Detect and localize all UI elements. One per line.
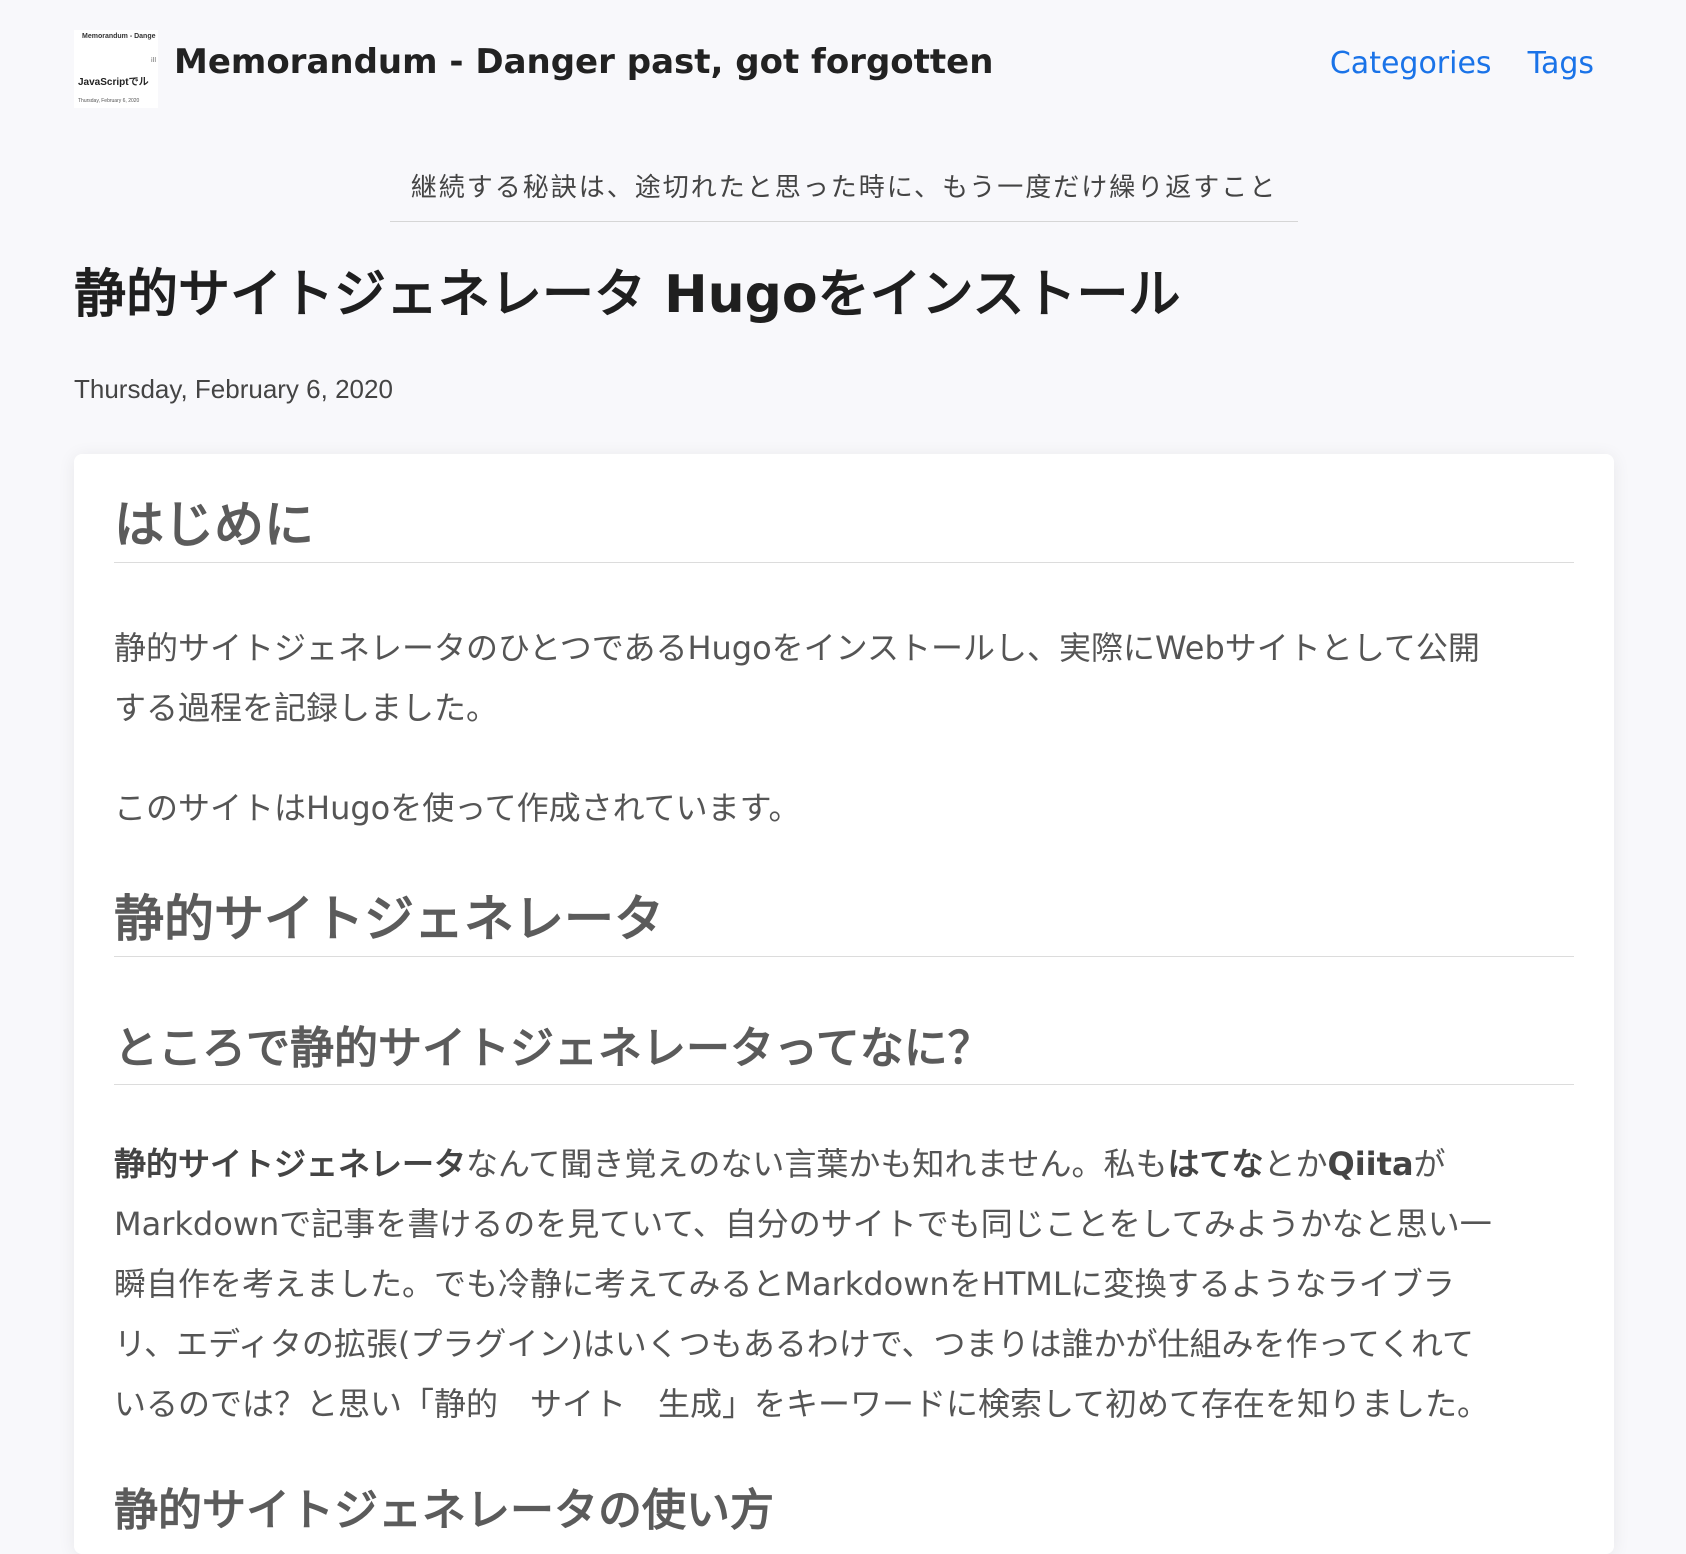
heading-what-is-ssg: ところで静的サイトジェネレータってなに？ (114, 1014, 1574, 1085)
intro-paragraph-1-line-2: する過程を記録しました。 (114, 689, 499, 727)
ssg-explanation-line-5: いるのでは？と思い「静的 サイト 生成」をキーワードに検索して初めて存在を知りま… (114, 1385, 1490, 1423)
bold-hatena: はてな (1167, 1145, 1264, 1183)
intro-paragraph-2-line: このサイトはHugoを使って作成されています。 (114, 789, 801, 827)
logo-text-line1: Memorandum - Dange (82, 33, 156, 40)
ssg-explanation-line-1: 静的サイトジェネレータなんて聞き覚えのない言葉かも知れません。私もはてなとかQi… (114, 1134, 1554, 1194)
intro-paragraph-1-line-1: 静的サイトジェネレータのひとつであるHugoをインストールし、実際にWebサイト… (114, 629, 1480, 667)
post-title: 静的サイトジェネレータ Hugoをインストール (74, 265, 1181, 325)
site-title[interactable]: Memorandum - Danger past, got forgotten (174, 42, 993, 82)
logo-text-line2: JavaScriptでル (78, 77, 149, 88)
nav-tags-link[interactable]: Tags (1528, 46, 1594, 81)
ssg-explanation-text-3: が (1413, 1145, 1446, 1183)
ssg-explanation-paragraph: 静的サイトジェネレータなんて聞き覚えのない言葉かも知れません。私もはてなとかQi… (114, 1134, 1554, 1434)
logo-text-line4: ill (150, 57, 156, 64)
site-header: Memorandum - Dange ill JavaScriptでル Thur… (74, 28, 1594, 108)
site-tagline: 継続する秘訣は、途切れたと思った時に、もう一度だけ繰り返すこと (390, 168, 1298, 222)
ssg-explanation-line-3: 瞬自作を考えました。でも冷静に考えてみるとMarkdownをHTMLに変換するよ… (114, 1265, 1455, 1303)
ssg-explanation-line-2: Markdownで記事を書けるのを見ていて、自分のサイトでも同じことをしてみよう… (114, 1205, 1492, 1243)
heading-intro: はじめに (114, 488, 1574, 563)
heading-how-to-use-ssg: 静的サイトジェネレータの使い方 (114, 1485, 774, 1536)
ssg-explanation-line-4: リ、エディタの拡張(プラグイン)はいくつもあるわけで、つまりは誰かが仕組みを作っ… (114, 1325, 1475, 1363)
bold-ssg: 静的サイトジェネレータ (114, 1145, 467, 1183)
intro-paragraph-2: このサイトはHugoを使って作成されています。 (114, 778, 1554, 838)
bold-qiita: Qiita (1327, 1145, 1414, 1183)
intro-paragraph-1: 静的サイトジェネレータのひとつであるHugoをインストールし、実際にWebサイト… (114, 618, 1554, 738)
heading-ssg: 静的サイトジェネレータ (114, 882, 1574, 957)
ssg-explanation-text-2: とか (1263, 1145, 1328, 1183)
ssg-explanation-text-1: なんて聞き覚えのない言葉かも知れません。私も (466, 1145, 1168, 1183)
post-date: Thursday, February 6, 2020 (74, 374, 393, 404)
main-nav: Categories Tags (1330, 46, 1594, 81)
logo-text-line3: Thursday, February 6, 2020 (78, 98, 140, 104)
post-content-card: はじめに 静的サイトジェネレータのひとつであるHugoをインストールし、実際にW… (74, 454, 1614, 1554)
site-logo[interactable]: Memorandum - Dange ill JavaScriptでル Thur… (74, 30, 158, 108)
nav-categories-link[interactable]: Categories (1330, 46, 1492, 81)
